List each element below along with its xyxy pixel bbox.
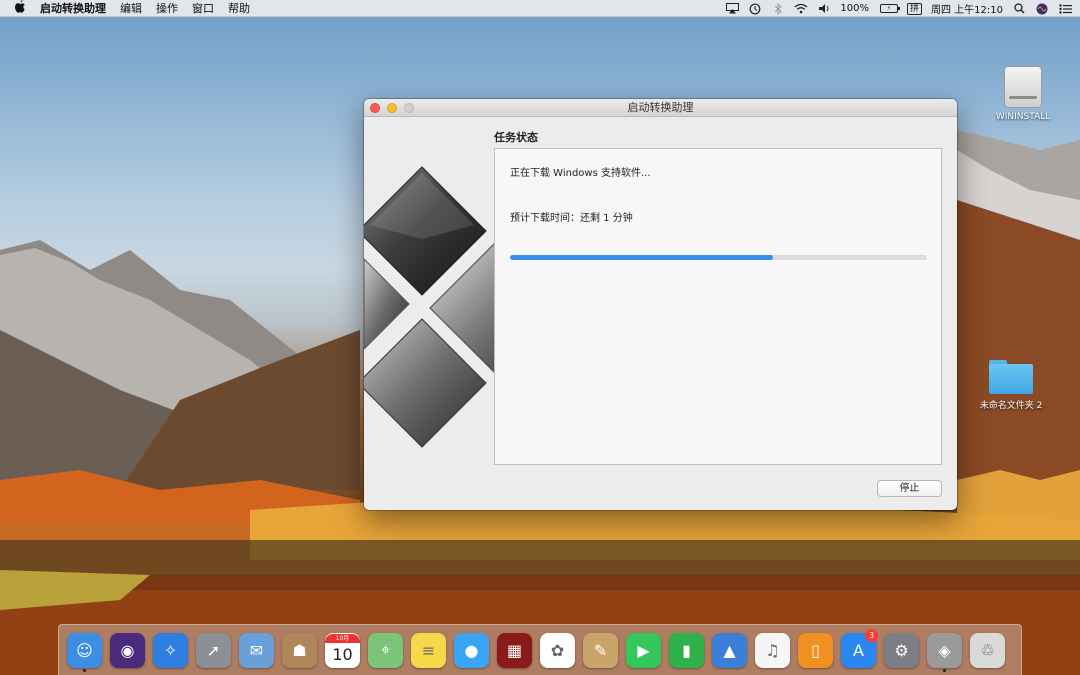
mail-icon: ✉ [239, 632, 274, 668]
drive-icon [1004, 66, 1042, 108]
itunes-icon: ♫ [755, 632, 790, 668]
dock-item[interactable]: ✧ [149, 629, 192, 672]
menu-window[interactable]: 窗口 [185, 0, 221, 17]
dock-item[interactable]: ♲ [966, 629, 1009, 672]
launchpad-icon: ➚ [196, 632, 231, 668]
clock[interactable]: 周四 上午12:10 [931, 1, 1003, 16]
siri-icon[interactable] [1035, 3, 1049, 15]
task-status-panel: 正在下载 Windows 支持软件... 预计下载时间：还剩 1 分钟 [494, 148, 942, 465]
maps-icon: ⌖ [368, 632, 403, 668]
battery-percent: 100% [840, 3, 869, 14]
dock-item[interactable]: ▶ [622, 629, 665, 672]
dock-item[interactable]: ⌖ [364, 629, 407, 672]
dock-item[interactable]: ≡ [407, 629, 450, 672]
section-title: 任务状态 [494, 131, 538, 144]
running-indicator [83, 668, 86, 672]
safari-icon: ✧ [153, 632, 188, 668]
input-method-icon[interactable]: 拼 [906, 2, 922, 15]
notes-icon: ≡ [411, 632, 446, 668]
photo-booth-icon: ▦ [497, 632, 532, 668]
boot-camp-window: 启动转换助理 任务状态 正在下载 Windows 支持软件... 预计下载时间：… [364, 99, 957, 510]
notes-pencil-icon: ✎ [583, 632, 618, 668]
bluetooth-icon[interactable] [771, 2, 785, 15]
drive-label: WININSTALL [995, 112, 1051, 122]
progress-fill [510, 255, 773, 260]
photos-icon: ✿ [540, 632, 575, 668]
dock-item[interactable]: ◈ [923, 629, 966, 672]
app-store-badge: 3 [865, 628, 878, 642]
dock-item[interactable]: ☺ [63, 629, 106, 672]
dock-item[interactable]: ▲ [708, 629, 751, 672]
dock-item[interactable]: ✿ [536, 629, 579, 672]
contacts-icon: ☗ [282, 632, 317, 668]
folder-label: 未命名文件夹 2 [979, 401, 1043, 411]
stop-button[interactable]: 停止 [877, 480, 942, 497]
dock-item[interactable]: ☗ [278, 629, 321, 672]
dock-item[interactable]: A3 [837, 628, 880, 672]
dock-item[interactable]: ● [450, 629, 493, 672]
dock-item[interactable]: ✎ [579, 629, 622, 672]
dock: ☺ ◉ ✧ ➚ ✉ ☗ 10月 10 ⌖ ≡ ● ▦ ✿ ✎ ▶ ▮ ▲ ♫ ▯ A 3 ⚙ ◈ ♲ [58, 624, 1022, 675]
running-indicator [943, 668, 946, 672]
dock-item[interactable]: 10月 10 [321, 629, 364, 672]
dock-item[interactable]: ▯ [794, 629, 837, 672]
volume-icon[interactable] [817, 3, 831, 15]
finder-icon: ☺ [67, 632, 102, 668]
dock-item[interactable]: ▦ [493, 629, 536, 672]
menu-bar: 启动转换助理 编辑 操作 窗口 帮助 100% ⚡ 拼 周四 上午12:10 [0, 0, 1080, 17]
wifi-icon[interactable] [794, 3, 808, 15]
close-button[interactable] [370, 103, 380, 113]
system-preferences-icon: ⚙ [884, 632, 919, 668]
notification-center-icon[interactable] [1058, 3, 1072, 15]
title-bar[interactable]: 启动转换助理 [364, 99, 957, 117]
dock-item[interactable]: ✉ [235, 629, 278, 672]
eta-text: 预计下载时间：还剩 1 分钟 [510, 213, 633, 224]
folder-icon [989, 360, 1033, 394]
apple-menu-icon[interactable] [0, 0, 40, 18]
calendar-icon: 10月 10 [325, 632, 360, 668]
menu-help[interactable]: 帮助 [221, 0, 257, 17]
minimize-button[interactable] [387, 103, 397, 113]
dock-item[interactable]: ♫ [751, 629, 794, 672]
time-machine-icon[interactable] [748, 3, 762, 15]
spotlight-search-icon[interactable] [1012, 3, 1026, 15]
boot-camp-icon: ◈ [927, 632, 962, 668]
menu-app-name[interactable]: 启动转换助理 [40, 0, 113, 17]
calendar-day: 10 [332, 644, 353, 664]
dock-item[interactable]: ➚ [192, 629, 235, 672]
zoom-button[interactable] [404, 103, 414, 113]
window-title: 启动转换助理 [627, 101, 694, 114]
messages-icon: ● [454, 632, 489, 668]
dock-item[interactable]: ▮ [665, 629, 708, 672]
siri-icon: ◉ [110, 632, 145, 668]
menu-edit[interactable]: 编辑 [113, 0, 149, 17]
untitled-folder[interactable]: 未命名文件夹 2 [974, 360, 1048, 411]
dock-item[interactable]: ⚙ [880, 629, 923, 672]
ibooks-icon: ▯ [798, 632, 833, 668]
battery-icon[interactable]: ⚡ [879, 4, 900, 13]
trash-icon: ♲ [970, 632, 1005, 668]
calendar-month: 10月 [325, 633, 360, 643]
download-progress-bar [510, 255, 927, 260]
facetime-icon: ▶ [626, 632, 661, 668]
wininstall-drive[interactable]: WININSTALL [988, 66, 1058, 122]
status-text: 正在下载 Windows 支持软件... [510, 168, 651, 179]
dock-item[interactable]: ◉ [106, 629, 149, 672]
menu-action[interactable]: 操作 [149, 0, 185, 17]
keynote-icon: ▲ [712, 632, 747, 668]
airplay-icon[interactable] [725, 3, 739, 15]
numbers-icon: ▮ [669, 632, 704, 668]
